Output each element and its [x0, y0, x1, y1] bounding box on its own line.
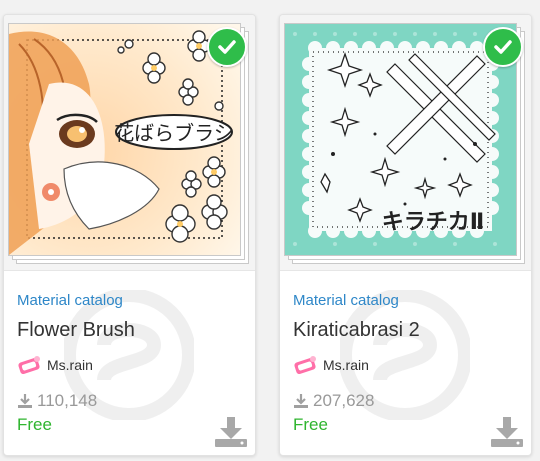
download-icon[interactable] — [491, 417, 523, 447]
author[interactable]: Ms.rain — [293, 354, 369, 376]
author-avatar — [294, 356, 316, 375]
thumbnail-area[interactable]: キラチカⅡ — [280, 15, 531, 271]
download-count-icon — [294, 394, 308, 408]
material-title[interactable]: Flower Brush — [17, 319, 135, 342]
thumbnail-title-text: 花ばらブラシ — [114, 121, 234, 145]
download-count-value: 110,148 — [37, 391, 98, 410]
price-label: Free — [17, 415, 52, 434]
check-icon[interactable] — [483, 27, 523, 67]
price-label: Free — [293, 415, 328, 434]
check-icon[interactable] — [207, 27, 247, 67]
material-card-flower-brush[interactable]: 花ばらブラシ Material catalog Flower Brush Ms.… — [3, 14, 256, 456]
material-title[interactable]: Kiraticabrasi 2 — [293, 319, 420, 342]
thumbnail-image: キラチカⅡ — [285, 24, 516, 255]
author[interactable]: Ms.rain — [17, 354, 93, 376]
author-avatar — [18, 356, 40, 375]
thumbnail-title-text: キラチカⅡ — [382, 210, 485, 235]
author-name: Ms.rain — [47, 357, 93, 373]
download-count: 110,148 — [17, 391, 97, 411]
author-name: Ms.rain — [323, 357, 369, 373]
thumbnail-stack-front: 花ばらブラシ — [8, 23, 241, 256]
thumbnail-area[interactable]: 花ばらブラシ — [4, 15, 255, 271]
thumbnail-stack-front: キラチカⅡ — [284, 23, 517, 256]
thumbnail-image: 花ばらブラシ — [9, 24, 240, 255]
category-link[interactable]: Material catalog — [17, 292, 123, 309]
category-link[interactable]: Material catalog — [293, 292, 399, 309]
download-icon[interactable] — [215, 417, 247, 447]
download-count: 207,628 — [293, 391, 374, 411]
download-count-icon — [18, 394, 32, 408]
material-card-kiraticabrasi-2[interactable]: キラチカⅡ Material catalog Kiraticabrasi 2 M… — [279, 14, 532, 456]
download-count-value: 207,628 — [313, 391, 375, 410]
